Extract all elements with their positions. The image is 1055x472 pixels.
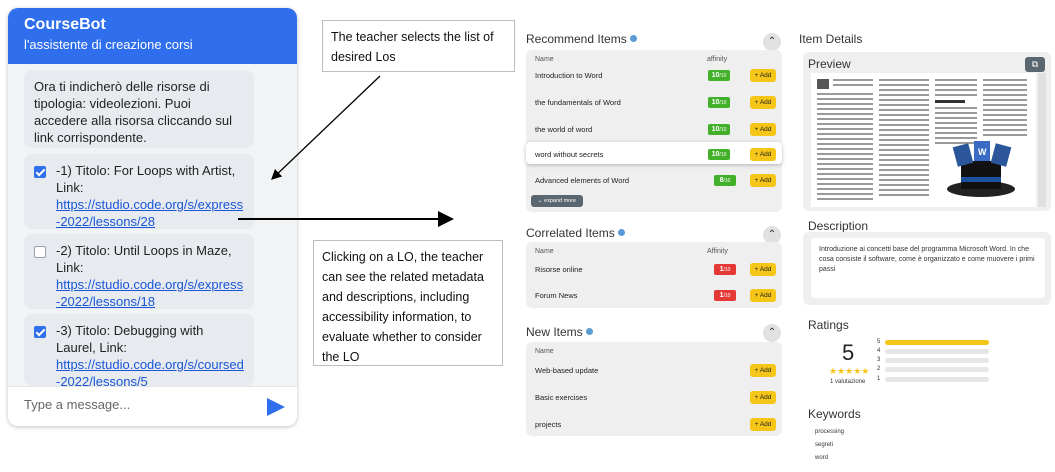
- rating-label: 4: [877, 348, 881, 354]
- affinity-badge: 8/10: [714, 175, 736, 186]
- col-affinity: Affinity: [707, 248, 728, 255]
- document-preview-image: W: [817, 79, 1027, 200]
- item-name[interactable]: Advanced elements of Word: [535, 176, 629, 185]
- chevron-up-icon[interactable]: ⌃: [763, 33, 781, 51]
- annotation-click: Clicking on a LO, the teacher can see th…: [313, 240, 503, 366]
- item-name[interactable]: Forum News: [535, 291, 578, 300]
- add-button[interactable]: + Add: [750, 364, 776, 377]
- keywords-title: Keywords: [808, 407, 861, 421]
- rating-bar: [885, 377, 989, 382]
- info-icon[interactable]: [585, 328, 593, 335]
- svg-text:W: W: [978, 147, 987, 157]
- new-items-title: New Items: [526, 325, 583, 339]
- open-external-icon[interactable]: ⧉: [1025, 57, 1045, 72]
- affinity-badge: 1/10: [714, 290, 736, 301]
- affinity-badge: 10/10: [708, 149, 730, 160]
- keyword-tag[interactable]: word: [811, 453, 846, 465]
- item-name[interactable]: word without secrets: [535, 150, 603, 159]
- rating-average: 5: [842, 340, 855, 365]
- add-button[interactable]: + Add: [750, 96, 776, 109]
- col-name: Name: [535, 348, 554, 355]
- add-button[interactable]: + Add: [750, 289, 776, 302]
- correlated-title: Correlated Items: [526, 226, 615, 240]
- item-name[interactable]: the fundamentals of Word: [535, 98, 621, 107]
- correlated-heading: Correlated Items: [526, 226, 625, 240]
- description-title: Description: [808, 219, 869, 233]
- new-items-heading: New Items: [526, 325, 593, 339]
- item-name[interactable]: the world of word: [535, 125, 592, 134]
- affinity-badge: 1/10: [714, 264, 736, 275]
- col-affinity: affinity: [707, 56, 728, 63]
- item-name[interactable]: Basic exercises: [535, 393, 587, 402]
- add-button[interactable]: + Add: [750, 148, 776, 161]
- preview-title: Preview: [808, 57, 851, 71]
- rating-label: 1: [877, 376, 881, 382]
- document-preview[interactable]: W: [811, 73, 1036, 207]
- rating-bar-fill: [885, 340, 989, 345]
- arrow-to-list: [271, 75, 381, 180]
- affinity-badge: 10/10: [708, 70, 730, 81]
- item-name[interactable]: Introduction to Word: [535, 71, 602, 80]
- ratings-title: Ratings: [808, 318, 849, 332]
- recommend-title: Recommend Items: [526, 32, 627, 46]
- info-icon[interactable]: [629, 35, 637, 42]
- add-button[interactable]: + Add: [750, 174, 776, 187]
- recommend-heading: Recommend Items: [526, 32, 637, 46]
- rating-label: 3: [877, 357, 881, 363]
- item-name[interactable]: Web-based update: [535, 366, 598, 375]
- add-button[interactable]: + Add: [750, 263, 776, 276]
- col-name: Name: [535, 248, 554, 255]
- annotation-select: The teacher selects the list of desired …: [322, 20, 515, 72]
- rating-count: 1 valutazione: [830, 379, 866, 385]
- chevron-up-icon[interactable]: ⌃: [763, 324, 781, 342]
- item-name[interactable]: projects: [535, 420, 561, 429]
- new-items-panel: [526, 342, 782, 436]
- item-name[interactable]: Risorse online: [535, 265, 583, 274]
- add-button[interactable]: + Add: [750, 123, 776, 136]
- add-button[interactable]: + Add: [750, 418, 776, 431]
- rating-bar: [885, 358, 989, 363]
- details-title: Item Details: [799, 32, 863, 46]
- affinity-badge: 10/10: [708, 97, 730, 108]
- rating-label: 5: [877, 339, 881, 345]
- description-text: Introduzione ai concetti base del progra…: [811, 238, 1045, 298]
- affinity-badge: 10/10: [708, 124, 730, 135]
- keyword-tag[interactable]: segreti: [811, 440, 846, 452]
- add-button[interactable]: + Add: [750, 69, 776, 82]
- info-icon[interactable]: [617, 229, 625, 236]
- star-icon: ★★★★★: [829, 366, 870, 376]
- preview-scrollbar[interactable]: [1038, 73, 1046, 207]
- keyword-tag[interactable]: processing: [811, 427, 846, 439]
- expand-more-button[interactable]: ⌄ expand more: [531, 195, 583, 207]
- rating-label: 2: [877, 366, 881, 372]
- add-button[interactable]: + Add: [750, 391, 776, 404]
- rating-bar: [885, 349, 989, 354]
- rating-bar: [885, 340, 989, 345]
- col-name: Name: [535, 56, 554, 63]
- rating-bar: [885, 367, 989, 372]
